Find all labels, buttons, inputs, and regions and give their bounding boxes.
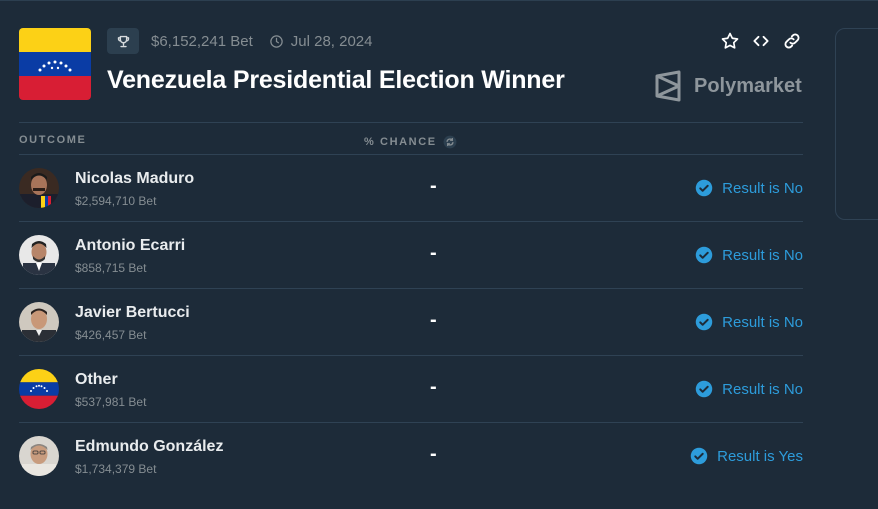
result-badge: Result is No xyxy=(695,380,803,398)
outcome-row[interactable]: Nicolas Maduro $2,594,710 Bet - Result i… xyxy=(19,155,803,222)
outcome-chance: - xyxy=(430,242,437,264)
trophy-icon xyxy=(117,35,129,47)
polymarket-logo-icon xyxy=(655,70,681,102)
outcome-row[interactable]: Edmundo González $1,734,379 Bet - Result… xyxy=(19,423,803,490)
outcome-row[interactable]: Javier Bertucci $426,457 Bet - Result is… xyxy=(19,289,803,356)
refresh-icon[interactable] xyxy=(442,134,458,150)
result-label: Result is No xyxy=(722,313,803,331)
outcome-chance: - xyxy=(430,175,437,197)
outcome-bet: $1,734,379 Bet xyxy=(75,462,157,476)
avatar xyxy=(19,369,59,409)
outcome-chance: - xyxy=(430,376,437,398)
outcome-row[interactable]: Antonio Ecarri $858,715 Bet - Result is … xyxy=(19,222,803,289)
trophy-badge[interactable] xyxy=(107,28,139,54)
market-meta: $6,152,241 Bet Jul 28, 2024 xyxy=(107,28,373,54)
outcome-chance: - xyxy=(430,309,437,331)
result-badge: Result is No xyxy=(695,313,803,331)
check-circle-icon xyxy=(695,380,713,398)
clock-icon xyxy=(269,34,284,49)
check-circle-icon xyxy=(695,313,713,331)
brand-logo: Polymarket xyxy=(654,70,802,102)
outcome-chance: - xyxy=(430,443,437,465)
chance-header-label: % CHANCE xyxy=(364,136,437,148)
side-panel-card xyxy=(835,28,878,220)
brand-name: Polymarket xyxy=(694,74,802,97)
check-circle-icon xyxy=(690,447,708,465)
market-actions xyxy=(720,31,802,51)
outcome-bet: $858,715 Bet xyxy=(75,261,147,275)
table-header: OUTCOME % CHANCE xyxy=(19,122,803,155)
outcome-bet: $2,594,710 Bet xyxy=(75,194,157,208)
market-title: Venezuela Presidential Election Winner xyxy=(107,66,565,94)
link-icon[interactable] xyxy=(782,31,802,51)
result-badge: Result is No xyxy=(695,246,803,264)
outcome-name: Javier Bertucci xyxy=(75,304,190,321)
avatar xyxy=(19,436,59,476)
result-label: Result is No xyxy=(722,246,803,264)
avatar xyxy=(19,235,59,275)
market-volume: $6,152,241 Bet xyxy=(151,32,253,50)
avatar xyxy=(19,168,59,208)
result-badge: Result is No xyxy=(695,179,803,197)
outcome-name: Edmundo González xyxy=(75,438,224,455)
outcome-name: Antonio Ecarri xyxy=(75,237,186,254)
result-label: Result is Yes xyxy=(717,447,803,465)
result-label: Result is No xyxy=(722,179,803,197)
top-border xyxy=(0,0,878,1)
market-end-date: Jul 28, 2024 xyxy=(290,32,373,50)
avatar xyxy=(19,302,59,342)
result-badge: Result is Yes xyxy=(690,447,803,465)
star-icon[interactable] xyxy=(720,31,740,51)
chance-column-header: % CHANCE xyxy=(364,134,458,150)
check-circle-icon xyxy=(695,179,713,197)
market-flag-image xyxy=(19,28,91,100)
outcome-row[interactable]: Other $537,981 Bet - Result is No xyxy=(19,356,803,423)
outcome-column-header: OUTCOME xyxy=(19,134,87,146)
outcome-bet: $537,981 Bet xyxy=(75,395,147,409)
outcome-name: Nicolas Maduro xyxy=(75,170,195,187)
check-circle-icon xyxy=(695,246,713,264)
outcome-bet: $426,457 Bet xyxy=(75,328,147,342)
result-label: Result is No xyxy=(722,380,803,398)
embed-code-icon[interactable] xyxy=(751,31,771,51)
outcome-name: Other xyxy=(75,371,118,388)
